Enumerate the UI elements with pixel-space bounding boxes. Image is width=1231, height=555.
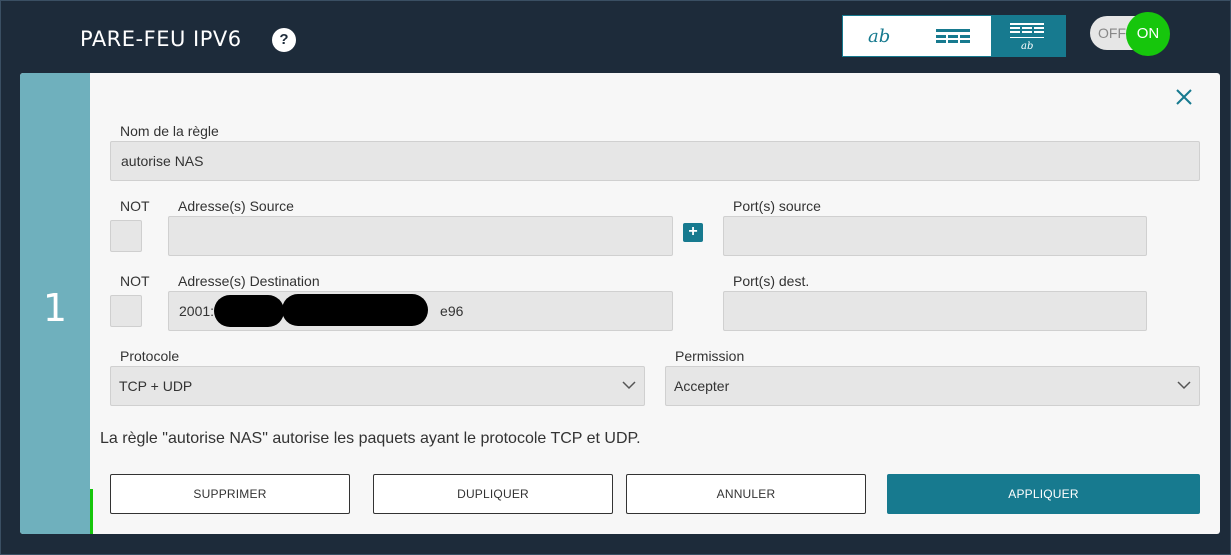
- not-dest-checkbox[interactable]: [110, 295, 142, 327]
- page-title: PARE-FEU IPV6: [80, 27, 242, 51]
- view-mode-combined[interactable]: ab: [991, 16, 1065, 56]
- rule-card: 1 Nom de la règle autorise NAS NOT Adres…: [20, 73, 1220, 534]
- permission-value: Accepter: [674, 378, 730, 394]
- chevron-down-icon: [622, 381, 636, 390]
- svg-text:ab: ab: [1021, 41, 1033, 51]
- table-view-icon: [936, 29, 970, 43]
- rule-name-value: autorise NAS: [121, 153, 204, 169]
- apply-button[interactable]: APPLIQUER: [887, 474, 1200, 514]
- rule-name-label: Nom de la règle: [120, 123, 219, 139]
- chevron-down-icon: [1177, 381, 1191, 390]
- firewall-toggle[interactable]: OFF ON: [1090, 12, 1170, 56]
- not-source-checkbox[interactable]: [110, 220, 142, 252]
- not-source-label: NOT: [120, 198, 150, 214]
- permission-select[interactable]: Accepter: [665, 366, 1200, 406]
- permission-label: Permission: [675, 348, 745, 364]
- active-indicator: [90, 489, 93, 534]
- view-mode-handwriting[interactable]: ab: [843, 16, 917, 56]
- rule-summary: La règle "autorise NAS" autorise les paq…: [100, 430, 641, 447]
- dest-address-suffix: e96: [440, 303, 464, 319]
- help-icon[interactable]: ?: [272, 28, 296, 52]
- delete-button[interactable]: SUPPRIMER: [110, 474, 350, 514]
- dest-port-input[interactable]: [723, 291, 1147, 331]
- redaction-mark: [214, 295, 284, 327]
- protocol-select[interactable]: TCP + UDP: [110, 366, 645, 406]
- duplicate-button[interactable]: DUPLIQUER: [373, 474, 613, 514]
- redaction-mark: [282, 294, 428, 326]
- not-dest-label: NOT: [120, 273, 150, 289]
- dest-port-label: Port(s) dest.: [733, 273, 810, 289]
- add-source-button[interactable]: +: [683, 223, 703, 242]
- dest-address-label: Adresse(s) Destination: [178, 273, 320, 289]
- rule-number: 1: [42, 286, 68, 330]
- view-mode-selector: ab ab: [842, 15, 1066, 57]
- combined-view-icon: ab: [1010, 23, 1044, 51]
- view-mode-table[interactable]: [917, 16, 991, 56]
- close-icon[interactable]: [1174, 87, 1194, 107]
- source-port-label: Port(s) source: [733, 198, 821, 214]
- rule-name-input[interactable]: autorise NAS: [110, 141, 1200, 181]
- toggle-on-knob[interactable]: ON: [1126, 12, 1170, 56]
- dest-address-prefix: 2001:: [179, 303, 215, 319]
- svg-text:ab: ab: [868, 26, 890, 46]
- source-port-input[interactable]: [723, 216, 1147, 256]
- protocol-value: TCP + UDP: [119, 378, 193, 394]
- toggle-off-label: OFF: [1098, 25, 1126, 41]
- source-address-input[interactable]: [168, 216, 673, 256]
- cancel-button[interactable]: ANNULER: [626, 474, 866, 514]
- source-address-label: Adresse(s) Source: [178, 198, 294, 214]
- handwriting-view-icon: ab: [868, 26, 890, 46]
- protocol-label: Protocole: [120, 348, 180, 364]
